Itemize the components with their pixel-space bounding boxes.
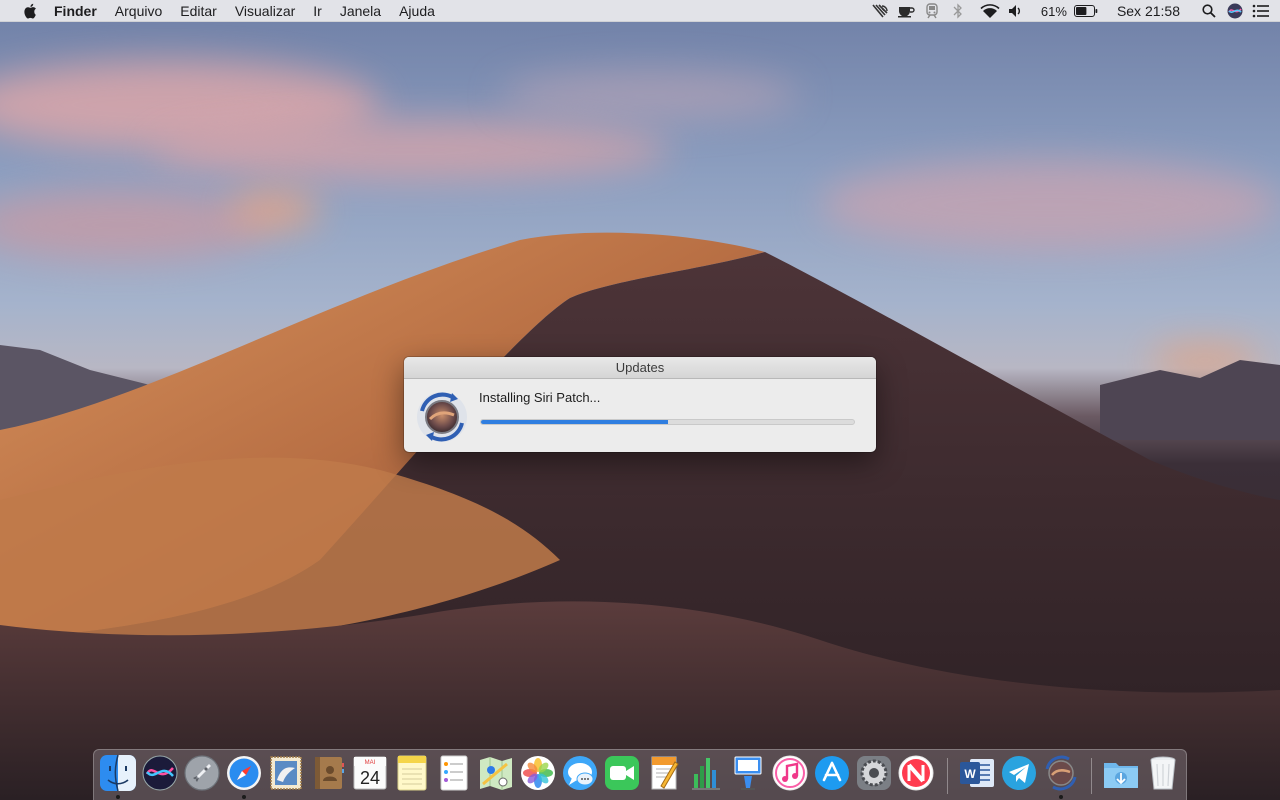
word-icon: W <box>960 759 994 787</box>
battery-percent[interactable]: 61% <box>1037 4 1071 19</box>
dialog-title: Updates <box>404 357 876 379</box>
svg-text:W: W <box>964 767 976 781</box>
dock-itunes[interactable] <box>771 754 809 792</box>
calendar-day: 24 <box>360 768 380 788</box>
messages-bubble-icon <box>563 756 597 790</box>
dock-notes[interactable] <box>393 754 431 792</box>
dialog-message: Installing Siri Patch... <box>479 390 601 405</box>
caffeine-cup-icon[interactable] <box>895 0 917 22</box>
menu-ir[interactable]: Ir <box>304 0 331 22</box>
menu-arquivo[interactable]: Arquivo <box>106 0 171 22</box>
downloads-folder-icon <box>1104 763 1138 788</box>
itunes-music-icon <box>772 755 808 791</box>
dock-news[interactable] <box>897 754 935 792</box>
dock-system-preferences[interactable] <box>855 754 893 792</box>
calendar-icon: MAI 24 <box>353 756 387 790</box>
dock-maps[interactable] <box>477 754 515 792</box>
mail-stamp-icon <box>270 756 302 790</box>
menu-visualizar[interactable]: Visualizar <box>226 0 304 22</box>
search-icon[interactable] <box>1198 0 1220 22</box>
gear-icon <box>857 756 891 790</box>
dock-separator <box>947 758 948 794</box>
contacts-book-icon <box>315 757 344 789</box>
updates-icon <box>1045 755 1077 791</box>
menu-bar: Finder Arquivo Editar Visualizar Ir Jane… <box>0 0 1280 22</box>
maps-icon <box>480 757 512 790</box>
news-icon <box>898 755 934 791</box>
dialog-body: Installing Siri Patch... <box>404 379 876 452</box>
progress-bar-fill <box>481 420 668 424</box>
dock-mail[interactable] <box>267 754 305 792</box>
notes-icon <box>397 755 427 791</box>
photos-flower-icon <box>521 756 555 790</box>
train-icon[interactable] <box>921 0 943 22</box>
dock-telegram[interactable] <box>1000 754 1038 792</box>
facetime-camera-icon <box>605 756 639 790</box>
reminders-list-icon <box>440 755 468 791</box>
dock-finder[interactable] <box>99 754 137 799</box>
wifi-icon[interactable] <box>979 0 1001 22</box>
dock-word[interactable]: W <box>958 754 996 792</box>
trash-icon <box>1150 756 1176 790</box>
menu-janela[interactable]: Janela <box>331 0 390 22</box>
dock-reminders[interactable] <box>435 754 473 792</box>
keynote-podium-icon <box>734 756 762 790</box>
dock-contacts[interactable] <box>309 754 347 792</box>
menu-editar[interactable]: Editar <box>171 0 226 22</box>
running-indicator <box>242 795 246 799</box>
dock-app-store[interactable] <box>813 754 851 792</box>
pages-icon <box>651 756 679 790</box>
progress-bar <box>480 419 855 425</box>
calendar-month: MAI <box>365 760 376 766</box>
dock-pages[interactable] <box>645 754 683 792</box>
telegram-plane-icon <box>1002 756 1036 790</box>
updates-app-icon <box>414 389 470 445</box>
dock-updates[interactable] <box>1042 754 1080 799</box>
launchpad-rocket-icon <box>184 755 220 791</box>
dock-messages[interactable] <box>561 754 599 792</box>
dock-launchpad[interactable] <box>183 754 221 792</box>
menu-app-name[interactable]: Finder <box>54 0 106 22</box>
siri-icon <box>142 755 178 791</box>
volume-icon[interactable] <box>1005 0 1027 22</box>
numbers-chart-icon <box>692 758 720 790</box>
clock[interactable]: Sex 21:58 <box>1113 3 1184 19</box>
bluetooth-icon[interactable] <box>947 0 969 22</box>
battery-icon[interactable] <box>1073 0 1099 22</box>
apple-logo-icon[interactable] <box>20 3 40 19</box>
notification-center-icon[interactable] <box>1250 0 1272 22</box>
app-store-icon <box>815 756 849 790</box>
airplay-icon[interactable] <box>869 0 891 22</box>
running-indicator <box>116 795 120 799</box>
dock-numbers[interactable] <box>687 754 725 792</box>
dock-keynote[interactable] <box>729 754 767 792</box>
dock-calendar[interactable]: MAI 24 <box>351 754 389 792</box>
dock-safari[interactable] <box>225 754 263 799</box>
finder-icon <box>100 754 136 792</box>
running-indicator <box>1059 795 1063 799</box>
dock-downloads[interactable] <box>1102 754 1140 792</box>
dock: MAI 24 W <box>93 749 1187 800</box>
dock-facetime[interactable] <box>603 754 641 792</box>
menu-ajuda[interactable]: Ajuda <box>390 0 444 22</box>
safari-compass-icon <box>227 756 261 790</box>
dock-photos[interactable] <box>519 754 557 792</box>
updates-dialog: Updates Installing Siri Patch... <box>404 357 876 452</box>
dock-trash[interactable] <box>1144 754 1182 792</box>
siri-icon[interactable] <box>1224 0 1246 22</box>
dock-separator <box>1091 758 1092 794</box>
dock-siri[interactable] <box>141 754 179 792</box>
